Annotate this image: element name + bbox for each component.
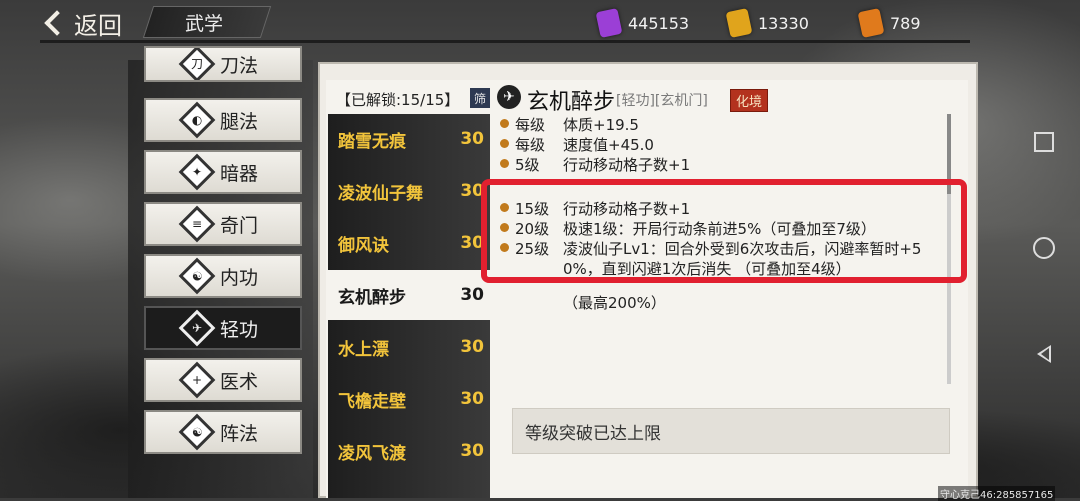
skill-name: 凌波仙子舞 (338, 183, 423, 204)
sidebar-item-qimen[interactable]: ≡ 奇门 (144, 202, 302, 246)
back-system-button[interactable] (1020, 330, 1068, 378)
back-label: 返回 (74, 11, 122, 40)
meditation-icon: ☯ (178, 257, 216, 295)
bullet-icon (500, 119, 509, 128)
triangle-back-icon (1037, 345, 1051, 363)
resource-orange[interactable]: 789 (857, 7, 921, 39)
back-button[interactable]: 返回 (44, 6, 122, 40)
resource-value: 13330 (758, 13, 809, 33)
recent-apps-button[interactable] (1020, 118, 1068, 166)
sidebar-item-neigong[interactable]: ☯ 内功 (144, 254, 302, 298)
skill-level: 30 (460, 129, 484, 149)
list-item[interactable]: 水上漂 30 (328, 322, 490, 372)
list-item-selected[interactable]: 玄机醉步 30 (328, 270, 490, 320)
skill-level: 30 (460, 389, 484, 409)
sidebar-item-label: 轻功 (220, 318, 259, 341)
skill-title: 玄机醉步 (527, 90, 616, 115)
blade-icon: 刀 (178, 48, 216, 80)
effect-line: 每级 体质+19.5 (500, 114, 639, 135)
bullet-icon (500, 159, 509, 168)
orange-scroll-icon (857, 7, 885, 39)
effect-text: 行动移动格子数+1 (563, 156, 691, 174)
sidebar-item-leg[interactable]: ◐ 腿法 (144, 98, 302, 142)
list-item[interactable]: 踏雪无痕 30 (328, 114, 490, 164)
taiji-icon: ☯ (178, 413, 216, 451)
resource-gold[interactable]: 13330 (725, 7, 809, 39)
page-title: 武学 (185, 13, 224, 35)
chevron-left-icon (44, 10, 70, 36)
home-button[interactable] (1020, 224, 1068, 272)
sidebar-item-blade[interactable]: 刀 刀法 (144, 46, 302, 82)
list-item[interactable]: 飞檐走壁 30 (328, 374, 490, 424)
bullet-icon (500, 139, 509, 148)
circle-icon (1033, 237, 1055, 259)
watermark: 守心克己46:285857165 (938, 486, 1056, 501)
leg-icon: ◐ (178, 101, 216, 139)
sidebar-item-formation[interactable]: ☯ 阵法 (144, 410, 302, 454)
effect-level: 5级 (515, 156, 540, 174)
resource-value: 445153 (628, 13, 690, 33)
skill-name: 踏雪无痕 (338, 131, 406, 152)
category-sidebar: 刀 刀法 ◐ 腿法 ✦ 暗器 ≡ 奇门 ☯ 内功 ✈ 轻功 + 医术 ☯ 阵法 (128, 46, 313, 498)
sidebar-item-medicine[interactable]: + 医术 (144, 358, 302, 402)
running-icon: ✈ (178, 309, 216, 347)
sidebar-item-label: 刀法 (220, 54, 259, 77)
sidebar-item-label: 阵法 (220, 422, 259, 445)
sidebar-item-label: 医术 (220, 370, 259, 393)
sidebar-item-hidden-weapon[interactable]: ✦ 暗器 (144, 150, 302, 194)
skill-level: 30 (460, 337, 484, 357)
skill-name: 凌风飞渡 (338, 443, 406, 464)
effect-line: 5级 行动移动格子数+1 (500, 154, 690, 175)
effect-line: 每级 速度值+45.0 (500, 134, 654, 155)
gold-scroll-icon (725, 7, 753, 39)
list-item[interactable]: 凌波仙子舞 30 (328, 166, 490, 216)
effect-text: （最高200%） (563, 294, 666, 312)
sidebar-item-label: 内功 (220, 266, 259, 289)
header-divider (40, 40, 970, 43)
shuriken-icon: ✦ (178, 153, 216, 191)
resource-purple[interactable]: 445153 (595, 7, 690, 39)
unlocked-count: 【已解锁:15/15】 (336, 91, 460, 109)
sidebar-item-label: 暗器 (220, 162, 259, 185)
skill-level: 30 (460, 441, 484, 461)
sidebar-item-label: 腿法 (220, 110, 259, 133)
resource-value: 789 (890, 13, 921, 33)
effect-level: 每级 (515, 116, 546, 134)
skill-type-icon: ✈ (497, 85, 521, 109)
highlight-annotation-box (481, 179, 967, 283)
scroll-icon: ≡ (178, 205, 216, 243)
effect-line-continued: （最高200%） (515, 292, 666, 313)
realm-badge: 化境 (730, 89, 769, 112)
effect-text: 速度值+45.0 (563, 136, 654, 154)
skill-tags: [轻功][玄机门] (616, 93, 708, 109)
skill-name: 御风诀 (338, 235, 389, 256)
sidebar-item-qinggong[interactable]: ✈ 轻功 (144, 306, 302, 350)
skill-list: 踏雪无痕 30 凌波仙子舞 30 御风诀 30 玄机醉步 30 水上漂 30 飞… (328, 114, 490, 498)
filter-button[interactable]: 筛 (470, 88, 490, 108)
effect-text: 体质+19.5 (563, 116, 639, 134)
skill-name: 水上漂 (338, 339, 389, 360)
skill-level: 30 (460, 285, 484, 305)
skill-name: 飞檐走壁 (338, 391, 406, 412)
list-item[interactable]: 凌风飞渡 30 (328, 426, 490, 476)
effect-level: 每级 (515, 136, 546, 154)
skill-name: 玄机醉步 (338, 287, 406, 308)
sidebar-item-label: 奇门 (220, 214, 259, 237)
breakthrough-status: 等级突破已达上限 (512, 408, 950, 454)
medicine-icon: + (178, 361, 216, 399)
purple-scroll-icon (595, 7, 623, 39)
list-item[interactable]: 御风诀 30 (328, 218, 490, 268)
square-icon (1034, 132, 1054, 152)
